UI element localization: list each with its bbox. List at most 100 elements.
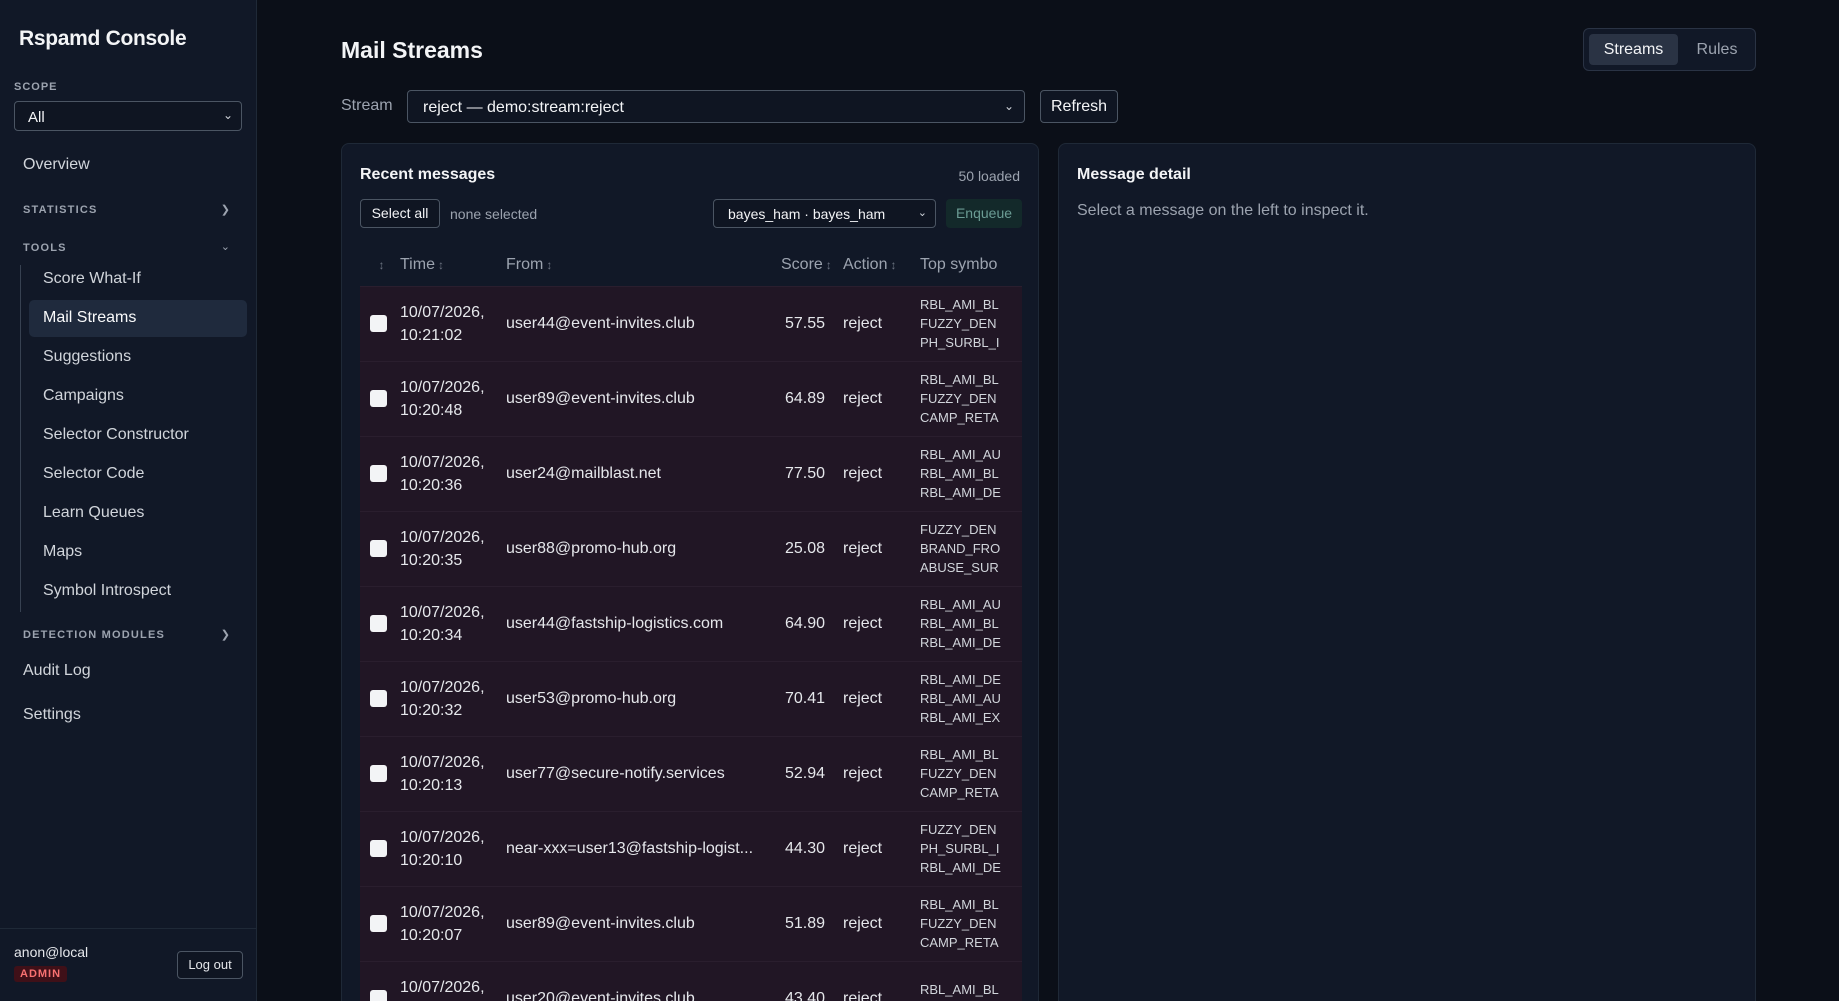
sidebar-item-mail-streams[interactable]: Mail Streams xyxy=(29,300,247,337)
symbol-label: FUZZY_DEN xyxy=(920,766,997,781)
chevron-right-icon[interactable]: ❯ xyxy=(221,203,230,216)
symbol-label: RBL_AMI_AU xyxy=(920,691,1001,706)
column-score[interactable]: Score ↕ xyxy=(781,244,843,286)
symbol-label: PH_SURBL_I xyxy=(920,335,1000,350)
stream-select[interactable]: reject — demo:stream:reject ⌄ xyxy=(407,90,1025,123)
row-checkbox[interactable] xyxy=(370,390,387,407)
symbol-label: RBL_AMI_BL xyxy=(920,372,999,387)
chevron-down-icon: ⌄ xyxy=(1003,99,1014,113)
symbol-label: RBL_AMI_BL xyxy=(920,897,999,912)
row-checkbox[interactable] xyxy=(370,540,387,557)
refresh-button[interactable]: Refresh xyxy=(1040,90,1118,123)
row-time: 10/07/2026, 10:20:32 xyxy=(400,678,485,719)
symbol-label: RBL_AMI_DE xyxy=(920,485,1001,500)
symbol-label: RBL_AMI_BL xyxy=(920,297,999,312)
row-checkbox[interactable] xyxy=(370,765,387,782)
row-time: 10/07/2026, 10:20:10 xyxy=(400,828,485,869)
table-row[interactable]: 10/07/2026, 10:20:36 user24@mailblast.net 7… xyxy=(360,436,1022,511)
sidebar: Rspamd Console SCOPE All ⌄ Overview STAT… xyxy=(0,0,257,1001)
row-select-cell xyxy=(360,661,400,736)
row-checkbox[interactable] xyxy=(370,915,387,932)
row-top-symbols: FUZZY_DEN BRAND_FRO ABUSE_SUR xyxy=(920,511,1022,586)
column-top-symbols[interactable]: Top symbo xyxy=(920,244,1022,286)
stream-label: Stream xyxy=(341,97,393,114)
row-from: user53@promo-hub.org xyxy=(506,689,677,707)
sort-icon: ↕ xyxy=(378,257,385,272)
row-action: reject xyxy=(843,314,883,332)
symbol-label: CAMP_RETA xyxy=(920,410,999,425)
table-row[interactable]: 10/07/2026, 10:20:13 user77@secure-notify.… xyxy=(360,736,1022,811)
nav-overview[interactable]: Overview xyxy=(23,156,90,174)
sidebar-item-symbol-introspect[interactable]: Symbol Introspect xyxy=(29,573,247,610)
sidebar-item-selector-constructor[interactable]: Selector Constructor xyxy=(29,417,247,454)
symbol-label: FUZZY_DEN xyxy=(920,316,997,331)
row-checkbox[interactable] xyxy=(370,315,387,332)
recent-messages-panel: Recent messages 50 loaded Select all non… xyxy=(341,143,1039,1001)
row-score: 43.40 xyxy=(784,989,825,1001)
table-row[interactable]: 10/07/2026, 10:20:35 user88@promo-hub.org 2… xyxy=(360,511,1022,586)
row-action: reject xyxy=(843,464,883,482)
select-all-button[interactable]: Select all xyxy=(360,199,440,228)
chevron-down-icon[interactable]: ⌄ xyxy=(221,240,230,253)
row-top-symbols: RBL_AMI_BLFUZZY_DEN xyxy=(920,961,1022,1001)
row-checkbox[interactable] xyxy=(370,465,387,482)
section-detection-modules[interactable]: DETECTION MODULES xyxy=(23,629,165,641)
logout-button[interactable]: Log out xyxy=(177,951,243,979)
sidebar-item-campaigns[interactable]: Campaigns xyxy=(29,378,247,415)
table-row[interactable]: 10/07/2026, 10:20:34 user44@fastship-logis… xyxy=(360,586,1022,661)
symbol-label: CAMP_RETA xyxy=(920,785,999,800)
learn-queue-value: bayes_ham · bayes_ham xyxy=(728,206,886,222)
row-checkbox[interactable] xyxy=(370,990,387,1001)
row-top-symbols: RBL_AMI_BL FUZZY_DEN PH_SURBL_I xyxy=(920,286,1022,361)
sort-icon: ↕ xyxy=(437,257,444,272)
table-row[interactable]: 10/07/2026, 10:20:10 near-xxx=user13@fasts… xyxy=(360,811,1022,886)
chevron-right-icon[interactable]: ❯ xyxy=(221,628,230,641)
scope-select[interactable]: All ⌄ xyxy=(14,101,242,131)
tab-streams[interactable]: Streams xyxy=(1589,34,1678,65)
row-top-symbols: RBL_AMI_BL FUZZY_DEN CAMP_RETA xyxy=(920,736,1022,811)
row-action: reject xyxy=(843,839,883,857)
sidebar-item-selector-code[interactable]: Selector Code xyxy=(29,456,247,493)
row-time: 10/07/2026,10:20:00 xyxy=(400,978,485,996)
table-row[interactable]: 10/07/2026, 10:21:02 user44@event-invites.… xyxy=(360,286,1022,361)
row-checkbox[interactable] xyxy=(370,840,387,857)
sidebar-item-score-what-if[interactable]: Score What-If xyxy=(29,261,247,298)
sidebar-item-learn-queues[interactable]: Learn Queues xyxy=(29,495,247,532)
symbol-label: RBL_AMI_DE xyxy=(920,860,1001,875)
nav-audit-log[interactable]: Audit Log xyxy=(23,662,91,680)
symbol-label: RBL_AMI_BL xyxy=(920,466,999,481)
enqueue-button[interactable]: Enqueue xyxy=(946,199,1022,228)
row-score: 57.55 xyxy=(784,314,825,332)
row-time: 10/07/2026, 10:20:13 xyxy=(400,753,485,794)
learn-queue-select[interactable]: bayes_ham · bayes_ham ⌄ xyxy=(713,199,936,228)
sidebar-divider xyxy=(0,928,257,929)
row-top-symbols: RBL_AMI_BL FUZZY_DEN CAMP_RETA xyxy=(920,886,1022,961)
column-action[interactable]: Action ↕ xyxy=(843,244,920,286)
symbol-label: RBL_AMI_AU xyxy=(920,447,1001,462)
sidebar-item-maps[interactable]: Maps xyxy=(29,534,247,571)
scope-select-value: All xyxy=(28,109,45,126)
row-checkbox[interactable] xyxy=(370,690,387,707)
table-row[interactable]: 10/07/2026, 10:20:48 user89@event-invites.… xyxy=(360,361,1022,436)
column-select-sort[interactable]: ↕ xyxy=(360,244,400,286)
column-time[interactable]: Time ↕ xyxy=(400,244,506,286)
sidebar-item-suggestions[interactable]: Suggestions xyxy=(29,339,247,376)
table-row[interactable]: 10/07/2026, 10:20:07 user89@event-invites.… xyxy=(360,886,1022,961)
row-select-cell xyxy=(360,886,400,961)
symbol-label: RBL_AMI_BL xyxy=(920,981,999,997)
section-statistics[interactable]: STATISTICS xyxy=(23,204,98,216)
tab-rules[interactable]: Rules xyxy=(1682,34,1752,65)
section-tools[interactable]: TOOLS xyxy=(23,242,67,254)
messages-table: ↕ Time ↕ From ↕ Score ↕ Action ↕ Top symbo 1… xyxy=(360,244,1022,1001)
nav-settings[interactable]: Settings xyxy=(23,706,81,724)
messages-table-wrap[interactable]: ↕ Time ↕ From ↕ Score ↕ Action ↕ Top symbo 1… xyxy=(360,244,1022,1001)
row-from: user44@fastship-logistics.com xyxy=(506,614,724,632)
row-from: user89@event-invites.club xyxy=(506,914,695,932)
row-checkbox[interactable] xyxy=(370,615,387,632)
symbol-label: RBL_AMI_EX xyxy=(920,710,1001,725)
table-row[interactable]: 10/07/2026,10:20:00 user20@event-invites.… xyxy=(360,961,1022,1001)
user-name: anon@local xyxy=(14,944,89,960)
column-from[interactable]: From ↕ xyxy=(506,244,781,286)
table-row[interactable]: 10/07/2026, 10:20:32 user53@promo-hub.org 7… xyxy=(360,661,1022,736)
row-select-cell xyxy=(360,811,400,886)
